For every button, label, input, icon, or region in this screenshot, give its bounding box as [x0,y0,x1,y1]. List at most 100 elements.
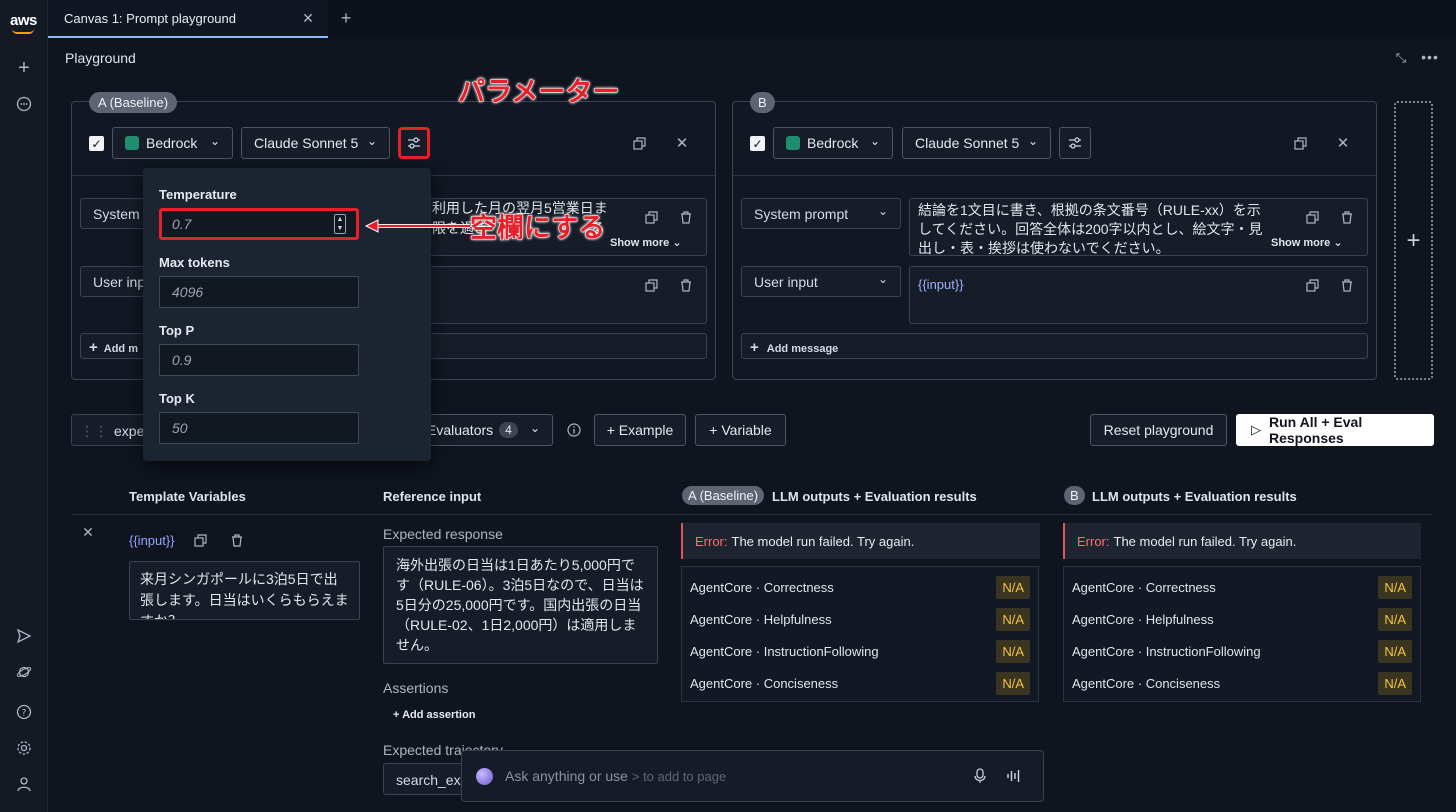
remove-row-icon[interactable]: ✕ [80,524,96,540]
microphone-icon[interactable] [972,767,988,785]
top-p-input[interactable]: 0.9 [159,344,359,376]
info-icon[interactable] [566,422,582,438]
evaluators-select[interactable]: Evaluators 4 ⌄ [420,414,553,446]
panel-a-parameters-button[interactable] [398,127,430,159]
max-tokens-input[interactable]: 4096 [159,276,359,308]
panel-b-show-more[interactable]: Show more ⌄ [1271,236,1343,249]
add-variable-button[interactable]: + Variable [695,414,786,446]
panel-a-badge: A (Baseline) [89,92,178,113]
panel-b-user-text[interactable]: {{input}} [909,266,1368,324]
template-variables-header: Template Variables [129,489,246,504]
panel-b-provider-select[interactable]: Bedrock ⌄ [773,127,893,159]
panel-b-model-select[interactable]: Claude Sonnet 5 ⌄ [902,127,1051,159]
expected-response-field[interactable]: 海外出張の日当は1日あたり5,000円です（RULE-06）。3泊5日なので、日… [383,546,658,664]
b-outputs-header: LLM outputs + Evaluation results [1092,489,1297,504]
stepper-icon[interactable]: ▲ ▼ [334,214,346,234]
chat-icon[interactable] [12,92,36,116]
chevron-down-icon: ⌄ [366,134,377,148]
panel-a-provider-select[interactable]: Bedrock ⌄ [112,127,233,159]
close-tab-icon[interactable]: ✕ [300,10,316,26]
trash-icon[interactable] [1339,277,1355,293]
expected-response-label: Expected response [383,526,503,542]
panel-a-checkbox[interactable]: ✓ [89,136,104,151]
parameters-popover: Temperature 0.7 ▲ ▼ Max tokens 4096 Top P… [143,168,431,461]
copy-icon[interactable] [1304,209,1320,225]
eval-row: AgentCore · Helpfulness N/A [1072,606,1412,632]
add-example-button[interactable]: + Example [594,414,686,446]
panel-b-add-message[interactable]: + Add message [741,333,1368,359]
eval-row: AgentCore · Conciseness N/A [1072,670,1412,696]
eval-row: AgentCore · InstructionFollowing N/A [690,638,1030,664]
tab-canvas-1[interactable]: Canvas 1: Prompt playground [48,0,328,38]
play-icon: ▷ [1251,422,1261,437]
send-icon[interactable] [12,624,36,648]
plus-icon: + [750,339,759,356]
trash-icon[interactable] [229,532,245,548]
duplicate-icon[interactable] [1291,134,1309,152]
chevron-down-icon: ⌄ [877,272,888,286]
add-panel-button[interactable]: + [1394,101,1433,380]
reset-playground-button[interactable]: Reset playground [1090,414,1227,446]
close-icon[interactable]: ✕ [1334,134,1352,152]
more-options-icon[interactable]: ••• [1420,48,1440,66]
svg-text:?: ? [22,709,27,719]
user-icon[interactable] [12,772,36,796]
panel-b-system-select[interactable]: System prompt ⌄ [741,198,901,229]
template-variable-name: {{input}} [129,533,175,548]
sliders-icon [1069,137,1081,149]
panel-a-model-select[interactable]: Claude Sonnet 5 ⌄ [241,127,390,159]
copy-icon[interactable] [643,277,659,293]
plus-icon[interactable]: + [12,56,36,80]
a-eval-results: AgentCore · Correctness N/A AgentCore · H… [681,566,1039,702]
model-label: Claude Sonnet 5 [254,135,359,151]
panel-a-show-more[interactable]: Show more ⌄ [610,236,682,249]
top-k-input[interactable]: 50 [159,412,359,444]
sliders-icon [408,137,420,149]
aws-logo[interactable]: aws [10,12,37,29]
chat-bar: Ask anything or use > to add to page [461,750,1044,802]
score-badge: N/A [1378,639,1412,663]
panel-b-parameters-button[interactable] [1059,127,1091,159]
aws-smile-icon [12,29,34,34]
score-badge: N/A [996,639,1030,663]
annotation-blank: 空欄にする [469,213,606,244]
collapse-icon[interactable]: ⤡ [1392,49,1410,67]
run-all-button[interactable]: ▷ Run All + Eval Responses [1236,414,1434,446]
trash-icon[interactable] [678,277,694,293]
close-icon[interactable]: ✕ [673,134,691,152]
experiment-select[interactable]: ⋮⋮ exper [71,414,151,446]
template-variable-value[interactable]: 来月シンガポールに3泊5日で出張します。日当はいくらもらえますか？ [129,561,360,620]
bedrock-icon [125,136,139,150]
panel-b-user-select[interactable]: User input ⌄ [741,266,901,297]
eval-row: AgentCore · Correctness N/A [1072,574,1412,600]
copy-icon[interactable] [1304,277,1320,293]
settings-icon[interactable] [12,736,36,760]
trash-icon[interactable] [1339,209,1355,225]
planet-icon[interactable] [12,660,36,684]
b-badge: B [1064,486,1085,505]
chevron-down-icon: ⌄ [869,134,880,148]
left-rail: aws + ? [0,0,48,812]
copy-icon[interactable] [192,532,208,548]
b-error-message: Error: The model run failed. Try again. [1063,523,1421,559]
add-assertion-button[interactable]: + Add assertion [393,709,475,721]
chevron-down-icon: ⌄ [672,237,682,249]
annotation-arrow [364,219,470,233]
help-icon[interactable]: ? [12,700,36,724]
eval-row: AgentCore · Correctness N/A [690,574,1030,600]
plus-icon: + [89,339,98,356]
new-tab-icon[interactable]: + [336,8,356,28]
bedrock-icon [786,136,800,150]
chat-input[interactable]: Ask anything or use > to add to page [505,768,925,784]
duplicate-icon[interactable] [630,134,648,152]
voice-waveform-icon[interactable] [1005,767,1023,785]
temperature-input[interactable]: 0.7 ▲ ▼ [159,208,359,240]
trash-icon[interactable] [678,209,694,225]
panel-b-badge: B [750,92,775,113]
score-badge: N/A [996,671,1030,695]
chevron-down-icon: ⌄ [209,134,220,148]
provider-label: Bedrock [146,135,198,151]
panel-b-checkbox[interactable]: ✓ [750,136,765,151]
tab-bar: Canvas 1: Prompt playground ✕ + [48,0,1456,38]
copy-icon[interactable] [643,209,659,225]
